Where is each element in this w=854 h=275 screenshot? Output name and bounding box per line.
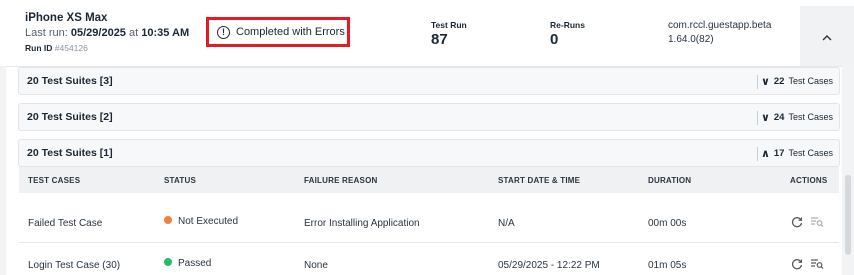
rerun-icon[interactable] bbox=[790, 216, 804, 230]
chevron-down-icon: ∨ bbox=[760, 111, 770, 124]
failure-reason: Error Installing Application bbox=[304, 218, 420, 229]
last-run-time: 10:35 AM bbox=[141, 27, 190, 39]
run-id-label: Run ID bbox=[25, 43, 53, 53]
chevron-up-icon: ∧ bbox=[760, 147, 770, 160]
suite-divider bbox=[757, 75, 758, 89]
suite-divider bbox=[757, 147, 758, 161]
test-run-value: 87 bbox=[431, 31, 448, 48]
start-date-time: N/A bbox=[498, 218, 515, 229]
status-text: Not Executed bbox=[178, 216, 239, 227]
collapse-run-button[interactable] bbox=[800, 6, 854, 66]
rerun-icon[interactable] bbox=[790, 258, 804, 272]
col-test-cases: TEST CASES bbox=[28, 176, 81, 185]
suite-count-label: Test Cases bbox=[788, 112, 833, 122]
app-version: 1.64.0(82) bbox=[668, 34, 714, 45]
duration: 00m 00s bbox=[648, 218, 687, 229]
reruns-value: 0 bbox=[550, 31, 559, 48]
failure-reason: None bbox=[304, 260, 328, 271]
device-name: iPhone XS Max bbox=[25, 12, 108, 24]
chevron-down-icon: ∨ bbox=[760, 75, 770, 88]
status-dot-icon bbox=[164, 258, 172, 267]
last-run: Last run: 05/29/2025 at 10:35 AM bbox=[25, 27, 189, 39]
suite-title: 20 Test Suites [3] bbox=[27, 75, 113, 87]
run-id-value: #454126 bbox=[54, 43, 88, 53]
col-failure-reason: FAILURE REASON bbox=[304, 176, 378, 185]
col-start-date-time: START DATE & TIME bbox=[498, 176, 581, 185]
suite-row[interactable]: 20 Test Suites [2] ∨ 24 Test Cases bbox=[18, 103, 840, 131]
col-status: STATUS bbox=[164, 176, 197, 185]
test-run-label: Test Run bbox=[431, 20, 467, 30]
suite-test-count[interactable]: ∨ 22 Test Cases bbox=[761, 75, 833, 88]
suite-title: 20 Test Suites [1] bbox=[27, 147, 113, 159]
run-id: Run ID #454126 bbox=[25, 43, 88, 53]
last-run-label: Last run: bbox=[25, 27, 68, 39]
test-cases-table-header: TEST CASES STATUS FAILURE REASON START D… bbox=[19, 167, 839, 193]
table-row: Failed Test Case Not Executed Error Inst… bbox=[19, 203, 839, 243]
last-run-at: at bbox=[129, 27, 139, 39]
run-header: iPhone XS Max Last run: 05/29/2025 at 10… bbox=[0, 0, 854, 66]
suite-test-count[interactable]: ∨ 24 Test Cases bbox=[761, 111, 833, 124]
duration: 01m 05s bbox=[648, 260, 687, 271]
status-cell: Not Executed bbox=[164, 216, 238, 227]
scrollbar[interactable] bbox=[845, 175, 851, 255]
test-case-name[interactable]: Login Test Case (30) bbox=[28, 260, 120, 271]
suite-count-label: Test Cases bbox=[788, 148, 833, 158]
suite-title: 20 Test Suites [2] bbox=[27, 111, 113, 123]
col-duration: DURATION bbox=[648, 176, 692, 185]
suite-test-count[interactable]: ∧ 17 Test Cases bbox=[761, 147, 833, 160]
view-log-icon bbox=[810, 216, 824, 230]
run-status-badge: ! Completed with Errors bbox=[206, 17, 350, 47]
exclamation-circle-icon: ! bbox=[217, 25, 230, 39]
status-cell: Passed bbox=[164, 258, 211, 269]
app-bundle-id: com.rccl.guestapp.beta bbox=[668, 20, 772, 31]
reruns-label: Re-Runs bbox=[550, 20, 585, 30]
test-case-name[interactable]: Failed Test Case bbox=[28, 218, 102, 229]
status-dot-icon bbox=[164, 216, 172, 225]
suite-count-value: 17 bbox=[773, 147, 785, 159]
suite-count-value: 24 bbox=[773, 111, 785, 123]
table-spacer bbox=[19, 193, 839, 203]
chevron-up-icon bbox=[822, 29, 832, 44]
suite-row[interactable]: 20 Test Suites [3] ∨ 22 Test Cases bbox=[18, 67, 840, 95]
run-status-text: Completed with Errors bbox=[236, 26, 345, 38]
suite-count-value: 22 bbox=[773, 75, 785, 87]
last-run-date: 05/29/2025 bbox=[70, 27, 126, 39]
suite-row-expanded[interactable]: 20 Test Suites [1] ∧ 17 Test Cases bbox=[18, 139, 840, 167]
status-text: Passed bbox=[178, 258, 212, 269]
table-row: Login Test Case (30) Passed None 05/29/2… bbox=[19, 245, 839, 275]
suite-divider bbox=[757, 111, 758, 125]
view-log-icon[interactable] bbox=[810, 258, 824, 272]
start-date-time: 05/29/2025 - 12:22 PM bbox=[498, 260, 600, 271]
col-actions: ACTIONS bbox=[790, 176, 828, 185]
suite-count-label: Test Cases bbox=[788, 76, 833, 86]
